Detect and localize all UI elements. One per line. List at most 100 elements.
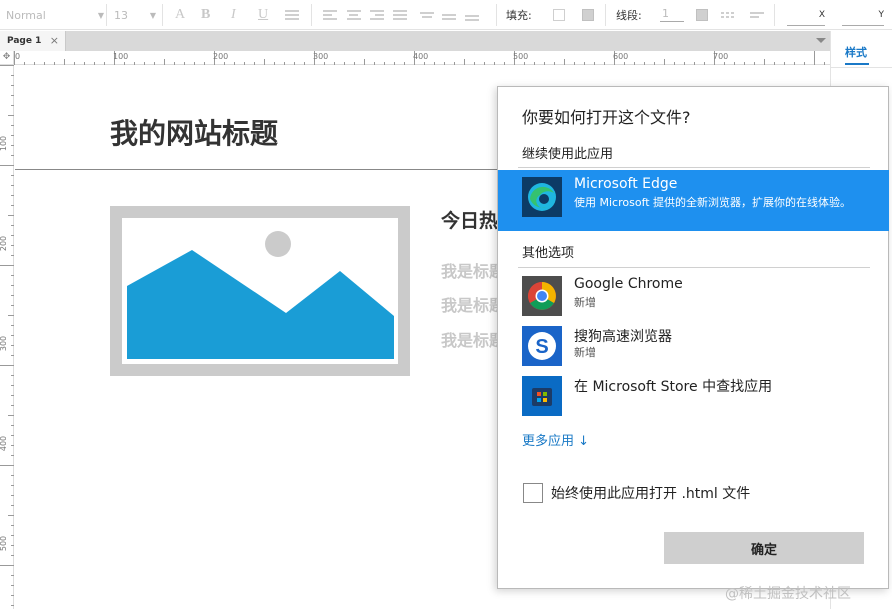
- italic-button[interactable]: I: [231, 0, 236, 30]
- line-color-icon: [696, 9, 708, 21]
- ok-button[interactable]: 确定: [664, 532, 864, 564]
- sogou-icon: S: [522, 326, 562, 366]
- ruler-label: 400: [0, 435, 9, 452]
- app-name: Google Chrome: [574, 276, 683, 292]
- ruler-label: 0: [15, 52, 21, 61]
- divider: [518, 267, 870, 268]
- ruler-label: 700: [713, 52, 729, 61]
- continue-section-label: 继续使用此应用: [522, 147, 614, 162]
- ruler-label: 100: [113, 52, 129, 61]
- app-option-sogou[interactable]: S 搜狗高速浏览器 新增: [498, 320, 889, 372]
- tab-style[interactable]: 样式: [845, 44, 867, 60]
- chrome-icon: [522, 276, 562, 316]
- align-right-button[interactable]: [370, 0, 384, 30]
- bold-icon: B: [201, 7, 211, 22]
- valign-bottom-icon: [465, 7, 479, 23]
- dialog-title: 你要如何打开这个文件?: [522, 108, 691, 127]
- ruler-label: 300: [0, 335, 9, 352]
- image-placeholder-icon: [122, 218, 398, 364]
- font-size-select[interactable]: 13 ▼: [114, 0, 156, 30]
- app-name: Microsoft Edge: [574, 176, 678, 192]
- y-input[interactable]: Y: [842, 0, 884, 30]
- horizontal-ruler: 0 100 200 300 400 500 600 700: [14, 51, 830, 65]
- always-use-checkbox[interactable]: [523, 483, 543, 503]
- close-icon[interactable]: ×: [50, 34, 59, 47]
- chevron-down-icon: ▼: [149, 10, 156, 20]
- bold-button[interactable]: B: [201, 0, 210, 30]
- align-left-button[interactable]: [323, 0, 337, 30]
- app-option-edge[interactable]: Microsoft Edge 使用 Microsoft 提供的全新浏览器，扩展你…: [498, 170, 889, 231]
- underline-icon: U: [258, 7, 269, 22]
- x-input[interactable]: X: [787, 0, 825, 30]
- image-placeholder[interactable]: [110, 206, 410, 376]
- app-option-chrome[interactable]: Google Chrome 新增: [498, 270, 889, 322]
- app-name: 在 Microsoft Store 中查找应用: [574, 379, 773, 395]
- font-name-select[interactable]: Normal ▼: [6, 0, 104, 30]
- valign-middle-icon: [442, 8, 456, 22]
- vertical-ruler: 100 200 300 400 500: [0, 65, 14, 609]
- ruler-label: 100: [0, 135, 9, 152]
- bullet-list-button[interactable]: [285, 0, 299, 30]
- font-name-value: Normal: [6, 8, 46, 22]
- more-apps-link[interactable]: 更多应用 ↓: [522, 430, 589, 449]
- fill-color-button[interactable]: [582, 0, 594, 30]
- paragraph-line[interactable]: 我是标题: [441, 292, 497, 316]
- paragraph-line[interactable]: 我是标题: [441, 258, 497, 282]
- toolbar: Normal ▼ 13 ▼ A B I U 填充: 线段: 1 X Y: [0, 0, 892, 30]
- site-title[interactable]: 我的网站标题: [110, 112, 278, 152]
- tab-page-1[interactable]: Page 1 ×: [0, 31, 66, 51]
- fill-color-icon: [582, 9, 594, 21]
- arrow-style-button[interactable]: [750, 0, 764, 30]
- align-right-icon: [370, 8, 384, 22]
- valign-middle-button[interactable]: [442, 0, 456, 30]
- page-tab-bar: Page 1 ×: [0, 31, 830, 51]
- valign-top-button[interactable]: [420, 0, 434, 30]
- justify-icon: [393, 8, 407, 22]
- valign-bottom-button[interactable]: [465, 0, 479, 30]
- line-color-button[interactable]: [696, 0, 708, 30]
- ruler-label: 200: [213, 52, 229, 61]
- font-color-button[interactable]: A: [175, 0, 185, 30]
- ruler-label: 200: [0, 235, 9, 252]
- subheading[interactable]: 今日热门: [441, 206, 497, 233]
- valign-top-icon: [420, 10, 434, 20]
- ruler-label: 300: [313, 52, 329, 61]
- chevron-down-icon: ▼: [97, 10, 104, 20]
- app-description: 新增: [574, 296, 596, 309]
- align-center-button[interactable]: [347, 0, 361, 30]
- app-description: 使用 Microsoft 提供的全新浏览器，扩展你的在线体验。: [574, 196, 852, 209]
- tab-label: Page 1: [7, 36, 42, 46]
- align-center-icon: [347, 8, 361, 22]
- ruler-label: 500: [513, 52, 529, 61]
- divider: [518, 167, 870, 168]
- line-width-input[interactable]: 1: [660, 0, 684, 30]
- ruler-origin-icon: ✥: [0, 51, 14, 65]
- font-size-value: 13: [114, 8, 128, 22]
- font-color-icon: A: [175, 7, 186, 22]
- watermark: @稀土掘金技术社区: [725, 586, 851, 602]
- tab-menu-icon[interactable]: [816, 38, 826, 43]
- open-with-dialog: 你要如何打开这个文件? 继续使用此应用 Microsoft Edge 使用 Mi…: [497, 86, 889, 589]
- underline-button[interactable]: U: [258, 0, 268, 30]
- always-use-label[interactable]: 始终使用此应用打开 .html 文件: [551, 483, 750, 503]
- app-option-store[interactable]: 在 Microsoft Store 中查找应用: [498, 370, 889, 422]
- fill-none-button[interactable]: [553, 0, 565, 30]
- fill-label: 填充:: [506, 9, 532, 22]
- app-window: Normal ▼ 13 ▼ A B I U 填充: 线段: 1 X Y Page…: [0, 0, 892, 609]
- ruler-label: 600: [613, 52, 629, 61]
- other-section-label: 其他选项: [522, 246, 575, 261]
- line-style-button[interactable]: [721, 0, 735, 30]
- ruler-label: 400: [413, 52, 429, 61]
- ruler-label: 500: [0, 535, 9, 552]
- italic-icon: I: [231, 7, 236, 22]
- paragraph-line[interactable]: 我是标题: [441, 327, 497, 351]
- app-description: 新增: [574, 346, 596, 359]
- dashed-line-icon: [721, 10, 735, 20]
- bullet-list-icon: [285, 8, 299, 22]
- app-name: 搜狗高速浏览器: [574, 329, 672, 345]
- line-label: 线段:: [616, 9, 642, 22]
- store-icon: [522, 376, 562, 416]
- edge-icon: [522, 177, 562, 217]
- justify-button[interactable]: [393, 0, 407, 30]
- align-left-icon: [323, 8, 337, 22]
